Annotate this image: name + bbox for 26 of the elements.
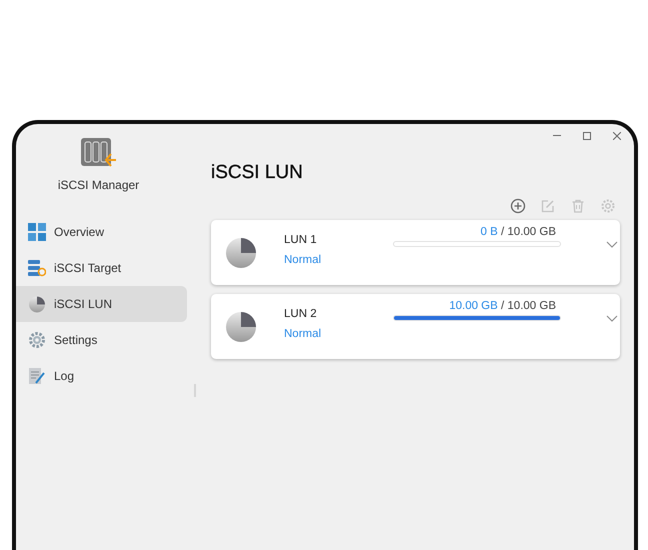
maximize-icon[interactable] [583, 132, 591, 140]
document-pencil-icon [28, 367, 46, 385]
lun-card[interactable]: LUN 1 Normal 0 B / 10.00 GB [211, 220, 620, 285]
sidebar-item[interactable]: Log [16, 358, 187, 394]
lun-status: Normal [284, 254, 322, 266]
pie-chart-icon [224, 235, 258, 269]
sidebar-item[interactable]: Overview [16, 214, 187, 250]
sidebar-item[interactable]: Settings [16, 322, 187, 358]
sidebar-item[interactable]: iSCSI Target [16, 250, 187, 286]
pie-icon [28, 295, 46, 313]
gear-icon [28, 331, 46, 349]
lun-name: LUN 1 [284, 234, 318, 246]
lun-status: Normal [284, 328, 322, 340]
close-icon[interactable] [613, 132, 621, 140]
app-name: iSCSI Manager [58, 178, 140, 192]
add-button[interactable] [510, 198, 526, 214]
lun-card[interactable]: LUN 2 Normal 10.00 GB / 10.00 GB [211, 294, 620, 359]
usage-text: 10.00 GB / 10.00 GB [449, 300, 557, 312]
tiles-icon [28, 223, 46, 241]
server-icon [28, 259, 46, 277]
lun-name: LUN 2 [284, 308, 318, 320]
usage-text: 0 B / 10.00 GB [480, 226, 557, 238]
pie-chart-icon [224, 309, 258, 343]
sidebar-item[interactable]: iSCSI LUN [16, 286, 187, 322]
page-title: iSCSI LUN [211, 162, 304, 184]
minimize-icon[interactable] [553, 135, 561, 137]
